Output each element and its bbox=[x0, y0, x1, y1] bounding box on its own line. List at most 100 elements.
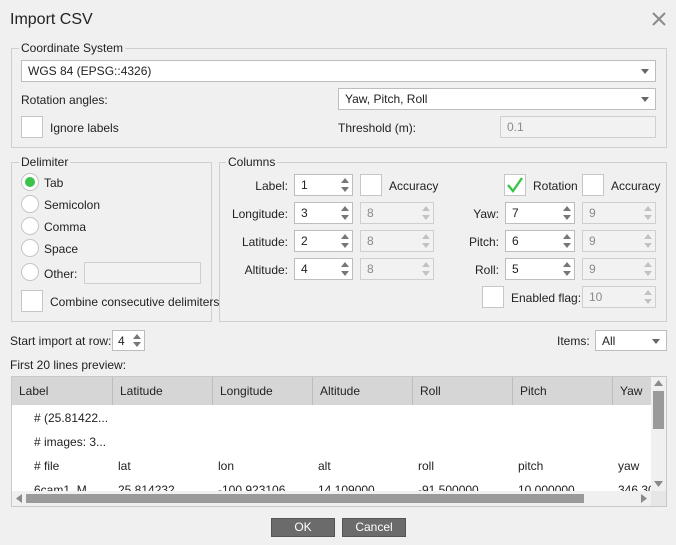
delimiter-semicolon-radio[interactable] bbox=[21, 195, 39, 213]
items-value: All bbox=[602, 334, 616, 348]
rotation-angles-value: Yaw, Pitch, Roll bbox=[345, 92, 428, 106]
spin-arrows-icon[interactable] bbox=[339, 176, 351, 194]
column-header-roll[interactable]: Roll bbox=[413, 377, 513, 405]
table-row[interactable]: # file lat lon alt roll pitch yaw bbox=[12, 454, 652, 478]
column-header-label[interactable]: Label bbox=[12, 377, 113, 405]
yaw-accuracy-spinbox: 9 bbox=[582, 202, 656, 224]
table-cell: lon bbox=[218, 459, 235, 473]
enabled-flag-spinbox: 10 bbox=[582, 286, 656, 308]
vertical-scrollbar[interactable] bbox=[651, 377, 666, 491]
label-column-label: Label: bbox=[255, 179, 288, 193]
longitude-spinbox[interactable]: 3 bbox=[294, 202, 353, 224]
scroll-right-icon[interactable] bbox=[641, 494, 647, 503]
delimiter-other-label: Other: bbox=[44, 267, 78, 281]
table-cell: yaw bbox=[618, 459, 640, 473]
combine-delimiters-checkbox[interactable] bbox=[21, 290, 43, 312]
threshold-field: 0.1 bbox=[500, 116, 656, 138]
longitude-accuracy-spinbox: 8 bbox=[360, 202, 434, 224]
column-header-longitude[interactable]: Longitude bbox=[213, 377, 313, 405]
start-row-label: Start import at row: bbox=[10, 334, 112, 348]
spin-arrows-icon[interactable] bbox=[339, 204, 351, 222]
threshold-label: Threshold (m): bbox=[338, 121, 417, 135]
cancel-button[interactable]: Cancel bbox=[342, 518, 406, 537]
scroll-up-icon[interactable] bbox=[654, 380, 663, 386]
delimiter-space-radio[interactable] bbox=[21, 239, 39, 257]
roll-value: 5 bbox=[512, 262, 519, 276]
spin-arrows-icon[interactable] bbox=[339, 260, 351, 278]
rotation-angles-label: Rotation angles: bbox=[21, 93, 108, 107]
delimiter-tab-radio[interactable] bbox=[21, 173, 39, 191]
yaw-spinbox[interactable]: 7 bbox=[505, 202, 575, 224]
vertical-scroll-thumb[interactable] bbox=[653, 391, 664, 429]
table-cell: pitch bbox=[518, 459, 544, 473]
column-header-latitude[interactable]: Latitude bbox=[113, 377, 213, 405]
spin-arrows-icon bbox=[420, 204, 432, 222]
label-column-spinbox[interactable]: 1 bbox=[294, 174, 353, 196]
checkmark-icon bbox=[507, 177, 523, 193]
ok-button[interactable]: OK bbox=[271, 518, 335, 537]
rotation-label: Rotation bbox=[533, 179, 578, 193]
delimiter-other-field bbox=[84, 262, 201, 284]
latitude-accuracy-spinbox: 8 bbox=[360, 230, 434, 252]
pitch-label: Pitch: bbox=[468, 235, 499, 249]
scroll-left-icon[interactable] bbox=[16, 494, 22, 503]
altitude-accuracy-value: 8 bbox=[367, 262, 374, 276]
rotation-accuracy-checkbox[interactable] bbox=[582, 174, 604, 196]
spin-arrows-icon bbox=[642, 260, 654, 278]
longitude-accuracy-value: 8 bbox=[367, 206, 374, 220]
spin-arrows-icon[interactable] bbox=[561, 204, 573, 222]
delimiter-other-radio[interactable] bbox=[21, 263, 39, 281]
table-row[interactable]: # (25.81422... bbox=[12, 406, 652, 430]
spin-arrows-icon[interactable] bbox=[561, 260, 573, 278]
enabled-flag-checkbox[interactable] bbox=[482, 286, 504, 308]
spin-arrows-icon bbox=[420, 232, 432, 250]
roll-label: Roll: bbox=[474, 263, 499, 277]
column-header-yaw[interactable]: Yaw bbox=[613, 377, 652, 405]
horizontal-scroll-thumb[interactable] bbox=[26, 494, 584, 503]
spin-arrows-icon[interactable] bbox=[561, 232, 573, 250]
accuracy-checkbox[interactable] bbox=[360, 174, 382, 196]
rotation-checkbox[interactable] bbox=[504, 174, 526, 196]
pitch-spinbox[interactable]: 6 bbox=[505, 230, 575, 252]
roll-spinbox[interactable]: 5 bbox=[505, 258, 575, 280]
delimiter-tab-label: Tab bbox=[44, 176, 64, 190]
items-dropdown[interactable]: All bbox=[595, 330, 667, 351]
altitude-spinbox[interactable]: 4 bbox=[294, 258, 353, 280]
pitch-accuracy-value: 9 bbox=[589, 234, 596, 248]
delimiter-space-label: Space bbox=[44, 242, 79, 256]
preview-table[interactable]: Label Latitude Longitude Altitude Roll P… bbox=[11, 376, 667, 507]
spin-arrows-icon[interactable] bbox=[339, 232, 351, 250]
roll-accuracy-spinbox: 9 bbox=[582, 258, 656, 280]
table-row[interactable]: # images: 3... bbox=[12, 430, 652, 454]
spin-arrows-icon[interactable] bbox=[131, 332, 143, 349]
column-header-pitch[interactable]: Pitch bbox=[513, 377, 613, 405]
delimiter-comma-radio[interactable] bbox=[21, 217, 39, 235]
start-row-spinbox[interactable]: 4 bbox=[112, 330, 145, 351]
yaw-accuracy-value: 9 bbox=[589, 206, 596, 220]
coordinate-system-value: WGS 84 (EPSG::4326) bbox=[28, 64, 152, 78]
ignore-labels-checkbox[interactable] bbox=[21, 116, 43, 138]
rotation-angles-dropdown[interactable]: Yaw, Pitch, Roll bbox=[338, 88, 656, 110]
altitude-label: Altitude: bbox=[244, 263, 288, 277]
items-label: Items: bbox=[557, 334, 590, 348]
table-cell: roll bbox=[418, 459, 435, 473]
horizontal-scrollbar[interactable] bbox=[12, 491, 652, 506]
table-cell: # images: 3... bbox=[34, 435, 107, 449]
scroll-down-icon[interactable] bbox=[654, 481, 663, 487]
column-header-altitude[interactable]: Altitude bbox=[313, 377, 413, 405]
scroll-corner bbox=[651, 491, 666, 506]
columns-legend: Columns bbox=[226, 155, 278, 169]
table-cell: # (25.81422... bbox=[34, 411, 109, 425]
close-icon[interactable] bbox=[650, 10, 668, 28]
pitch-value: 6 bbox=[512, 234, 519, 248]
latitude-spinbox[interactable]: 2 bbox=[294, 230, 353, 252]
enabled-flag-value: 10 bbox=[589, 290, 603, 304]
accuracy-label: Accuracy bbox=[389, 179, 439, 193]
delimiter-semicolon-label: Semicolon bbox=[44, 198, 101, 212]
start-row-value: 4 bbox=[118, 334, 125, 348]
table-header: Label Latitude Longitude Altitude Roll P… bbox=[12, 377, 652, 405]
threshold-value: 0.1 bbox=[507, 120, 524, 134]
coordinate-system-dropdown[interactable]: WGS 84 (EPSG::4326) bbox=[21, 60, 656, 82]
roll-accuracy-value: 9 bbox=[589, 262, 596, 276]
pitch-accuracy-spinbox: 9 bbox=[582, 230, 656, 252]
